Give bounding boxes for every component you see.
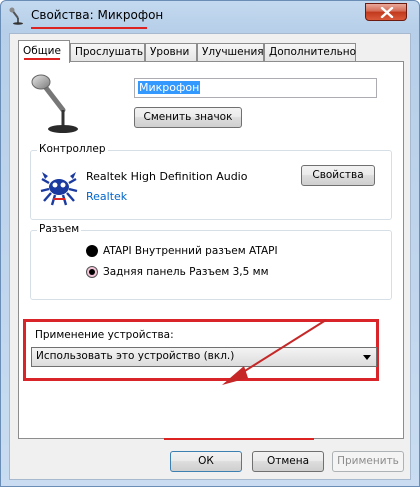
jack-item: ATAPI Внутренний разъем ATAPI: [86, 245, 278, 257]
dialog-client-area: Общие Прослушать Уровни Улучшения Дополн…: [9, 33, 411, 480]
jack-item: Задняя панель Разъем 3,5 мм: [86, 266, 269, 278]
device-usage-select[interactable]: Использовать это устройство (вкл.): [31, 347, 377, 367]
tab-label: Улучшения: [202, 46, 264, 58]
controller-group: Контроллер Realtek High Definition Audio…: [30, 143, 392, 220]
controller-heading: Контроллер: [37, 143, 108, 155]
jack-item-label: ATAPI Внутренний разъем ATAPI: [103, 245, 278, 257]
device-name-field[interactable]: Микрофон: [134, 78, 377, 98]
usage-label: Применение устройства:: [35, 329, 174, 341]
tab-label: Уровни: [150, 46, 190, 58]
tab-levels[interactable]: Уровни: [145, 43, 197, 62]
tab-enhancements[interactable]: Улучшения: [197, 43, 264, 62]
general-tab-panel: Микрофон Сменить значок Контроллер Realt…: [18, 61, 404, 439]
usage-selected-value: Использовать это устройство (вкл.): [36, 350, 235, 362]
properties-window: Свойства: Микрофон Общие Прослушать Уров…: [0, 0, 420, 487]
controller-name: Realtek High Definition Audio: [86, 170, 248, 183]
annotation-underline: [24, 58, 60, 60]
close-button[interactable]: [365, 3, 407, 21]
close-icon: [380, 7, 394, 18]
tab-label: Дополнительно: [269, 46, 357, 58]
annotation-underline: [164, 438, 314, 440]
jack-item-label: Задняя панель Разъем 3,5 мм: [103, 266, 269, 278]
usage-highlight-box: Применение устройства: Использовать это …: [23, 319, 379, 381]
jack-color-dot: [86, 245, 98, 257]
controller-link[interactable]: Realtek: [86, 190, 127, 203]
ok-button[interactable]: ОК: [170, 451, 242, 472]
apply-button[interactable]: Применить: [332, 451, 404, 472]
controller-properties-button[interactable]: Свойства: [301, 165, 375, 186]
dropdown-arrow-icon: [363, 355, 371, 360]
annotation-underline: [31, 27, 147, 29]
tab-label: Общие: [23, 45, 61, 57]
jack-group: Разъем ATAPI Внутренний разъем ATAPI Зад…: [30, 223, 392, 300]
jack-color-dot: [86, 266, 98, 278]
change-icon-button[interactable]: Сменить значок: [134, 107, 242, 128]
device-name-text: Микрофон: [138, 81, 201, 94]
window-title: Свойства: Микрофон: [31, 8, 164, 22]
microphone-icon: [9, 7, 23, 25]
tab-advanced[interactable]: Дополнительно: [264, 43, 356, 62]
microphone-icon: [31, 74, 78, 133]
cancel-button[interactable]: Отмена: [252, 451, 324, 472]
jack-heading: Разъем: [37, 223, 82, 235]
tab-listen[interactable]: Прослушать: [70, 43, 145, 62]
realtek-crab-icon: [40, 172, 78, 206]
tab-label: Прослушать: [75, 46, 144, 58]
title-bar[interactable]: Свойства: Микрофон: [1, 1, 419, 31]
